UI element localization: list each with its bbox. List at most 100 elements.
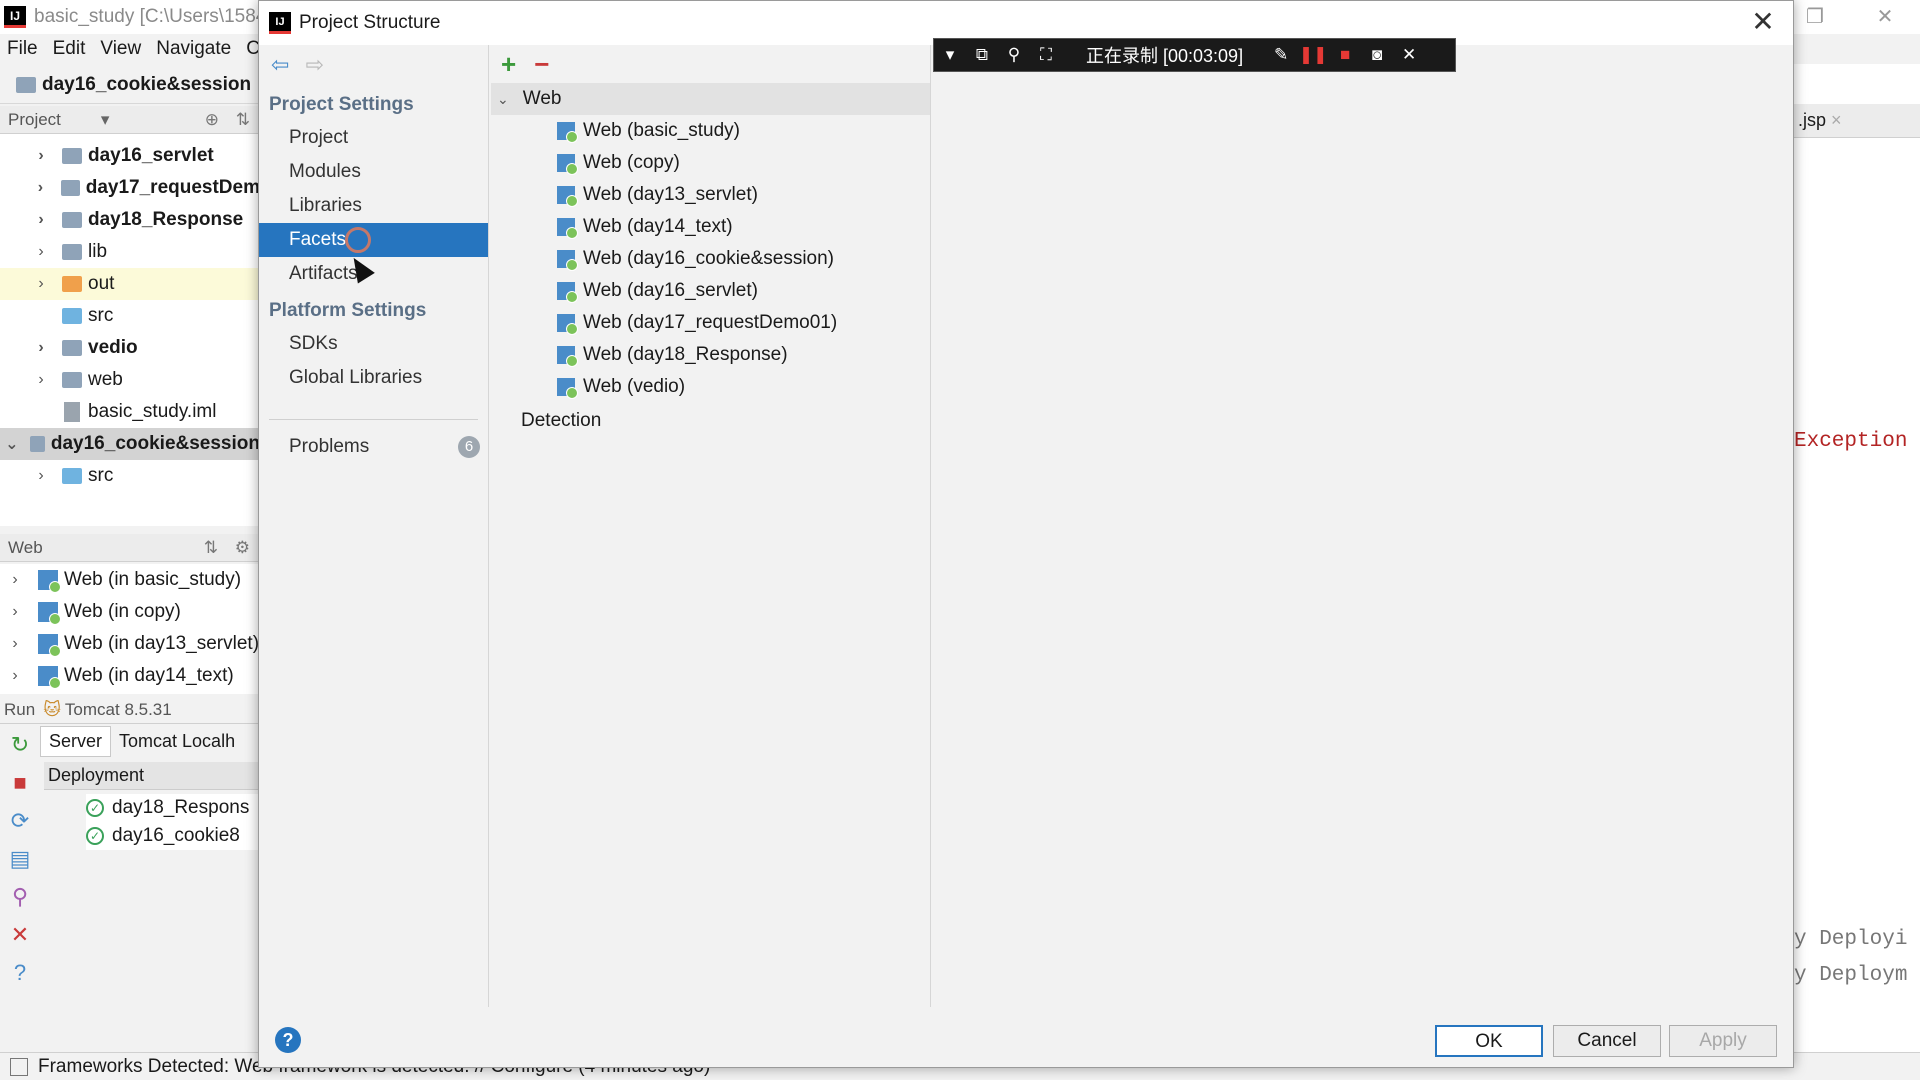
tree-row[interactable]: › Web (in basic_study) [0,564,260,596]
facet-group-web[interactable]: ⌄ Web [491,83,930,115]
add-icon[interactable]: + [501,49,516,80]
back-arrow-icon[interactable]: ⇦ [271,52,289,78]
chevron-right-icon[interactable]: › [28,339,54,357]
sidebar-item-artifacts[interactable]: Artifacts [259,257,488,291]
close-icon[interactable]: ✕ [11,916,29,954]
list-item[interactable]: Web (day17_requestDemo01) [491,307,930,339]
chevron-right-icon[interactable]: › [28,243,54,261]
update-icon[interactable]: ⟳ [11,802,29,840]
tree-row[interactable]: › vedio [0,332,260,364]
chevron-down-icon[interactable]: ▾ [101,110,110,130]
region-icon[interactable]: ⛶ [1030,45,1062,65]
help-icon[interactable]: ? [14,954,26,992]
list-item[interactable]: Web (day16_cookie&session) [491,243,930,275]
sidebar-item-problems[interactable]: Problems 6 [259,430,488,464]
list-item[interactable]: ✓ day16_cookie8 [86,822,260,850]
sidebar-item-sdks[interactable]: SDKs [259,327,488,361]
output-folder-icon [62,276,82,292]
list-item[interactable]: Web (day18_Response) [491,339,930,371]
tree-row[interactable]: › day16_servlet [0,140,260,172]
sidebar-item-libraries[interactable]: Libraries [259,189,488,223]
chevron-down-icon[interactable]: ⌄ [2,434,22,454]
list-item[interactable]: Web (vedio) [491,371,930,403]
editor-tab[interactable]: .jsp × [1794,104,1920,138]
facet-group-label: Web [522,88,562,109]
sidebar-item-modules[interactable]: Modules [259,155,488,189]
menu-file[interactable]: File [7,38,38,60]
tab-server[interactable]: Server [40,725,112,757]
list-item[interactable]: Web (day13_servlet) [491,179,930,211]
chevron-down-icon[interactable]: ⌄ [497,91,509,108]
list-item[interactable]: ✓ day18_Respons [86,794,260,822]
chevron-right-icon[interactable]: › [28,467,54,485]
chevron-right-icon[interactable]: › [28,179,53,197]
pause-icon[interactable]: ❚❚ [1297,45,1329,65]
cancel-button[interactable]: Cancel [1553,1025,1661,1057]
window-icon[interactable]: ⧉ [966,45,998,65]
tree-row[interactable]: › lib [0,236,260,268]
sidebar-item-label: Problems [289,436,370,457]
help-icon[interactable]: ? [275,1027,301,1053]
remove-icon[interactable]: − [534,49,549,80]
sidebar-item-facets[interactable]: Facets [259,223,488,257]
tree-row[interactable]: › day17_requestDem [0,172,260,204]
tree-row[interactable]: › day18_Response [0,204,260,236]
tree-row-label: Web (in day14_text) [64,665,234,686]
list-item[interactable]: Web (day14_text) [491,211,930,243]
chevron-right-icon[interactable]: › [28,211,54,229]
chevron-right-icon[interactable]: › [28,147,54,165]
tree-row[interactable]: › web [0,364,260,396]
dialog-sidebar: ⇦ ⇨ Project Settings Project Modules Lib… [259,45,489,1007]
tree-row[interactable]: › Web (in day13_servlet) [0,628,260,660]
list-item[interactable]: Web (day16_servlet) [491,275,930,307]
sidebar-item-global-libraries[interactable]: Global Libraries [259,361,488,395]
panel-tools[interactable]: ⇅ ⚙ [204,538,256,558]
chevron-right-icon[interactable]: › [28,371,54,389]
menu-view[interactable]: View [100,38,141,60]
close-window-icon[interactable]: ✕ [1850,0,1920,34]
tab-tomcat-localhost[interactable]: Tomcat Localh [111,727,243,756]
status-panel-icon[interactable] [10,1057,28,1076]
chevron-right-icon[interactable]: › [2,635,28,653]
camera-icon[interactable]: ◙ [1361,45,1393,65]
tree-row[interactable]: › src [0,460,260,492]
detection-item[interactable]: Detection [491,403,930,439]
chevron-right-icon[interactable]: › [2,667,28,685]
tree-row[interactable]: basic_study.iml [0,396,260,428]
close-icon[interactable]: ✕ [1747,7,1779,39]
close-tab-icon[interactable]: × [1831,110,1842,130]
run-config-name[interactable]: Tomcat 8.5.31 [65,700,172,720]
tree-row[interactable]: src [0,300,260,332]
menu-edit[interactable]: Edit [53,38,86,60]
rerun-icon[interactable]: ↻ [11,726,29,764]
tree-row[interactable]: ⌄ day16_cookie&session [0,428,260,460]
window-controls: ❐ ✕ [1780,0,1920,34]
sidebar-item-project[interactable]: Project [259,121,488,155]
menu-navigate[interactable]: Navigate [156,38,231,60]
tree-row[interactable]: › out [0,268,260,300]
panel-tools[interactable]: ⊕ ⇅ [205,110,256,130]
project-view-dropdown[interactable]: Project [8,110,61,130]
stop-icon[interactable]: ■ [13,764,26,802]
stop-recording-icon[interactable]: ■ [1329,45,1361,65]
forward-arrow-icon[interactable]: ⇨ [305,52,323,78]
list-item[interactable]: Web (basic_study) [491,115,930,147]
chevron-right-icon[interactable]: › [28,275,54,293]
tree-row[interactable]: › Web (in day14_text) [0,660,260,692]
intellij-logo-icon: IJ [4,6,26,28]
tree-row[interactable]: › Web (in copy) [0,596,260,628]
facets-panel: + − ⌄ Web Web (basic_study) Web (copy) W… [491,45,931,1007]
list-item[interactable]: Web (copy) [491,147,930,179]
chevron-down-icon[interactable]: ▾ [934,45,966,65]
apply-button[interactable]: Apply [1669,1025,1777,1057]
navbar-module[interactable]: day16_cookie&session [42,74,251,96]
pen-icon[interactable]: ✎ [1265,45,1297,65]
layout-icon[interactable]: ▤ [10,840,31,878]
deployment-header: Deployment [44,762,260,790]
chevron-right-icon[interactable]: › [2,603,28,621]
ok-button[interactable]: OK [1435,1025,1543,1057]
pin-icon[interactable]: ⚲ [12,878,28,916]
zoom-icon[interactable]: ⚲ [998,45,1030,65]
chevron-right-icon[interactable]: › [2,571,28,589]
close-icon[interactable]: ✕ [1393,45,1425,65]
